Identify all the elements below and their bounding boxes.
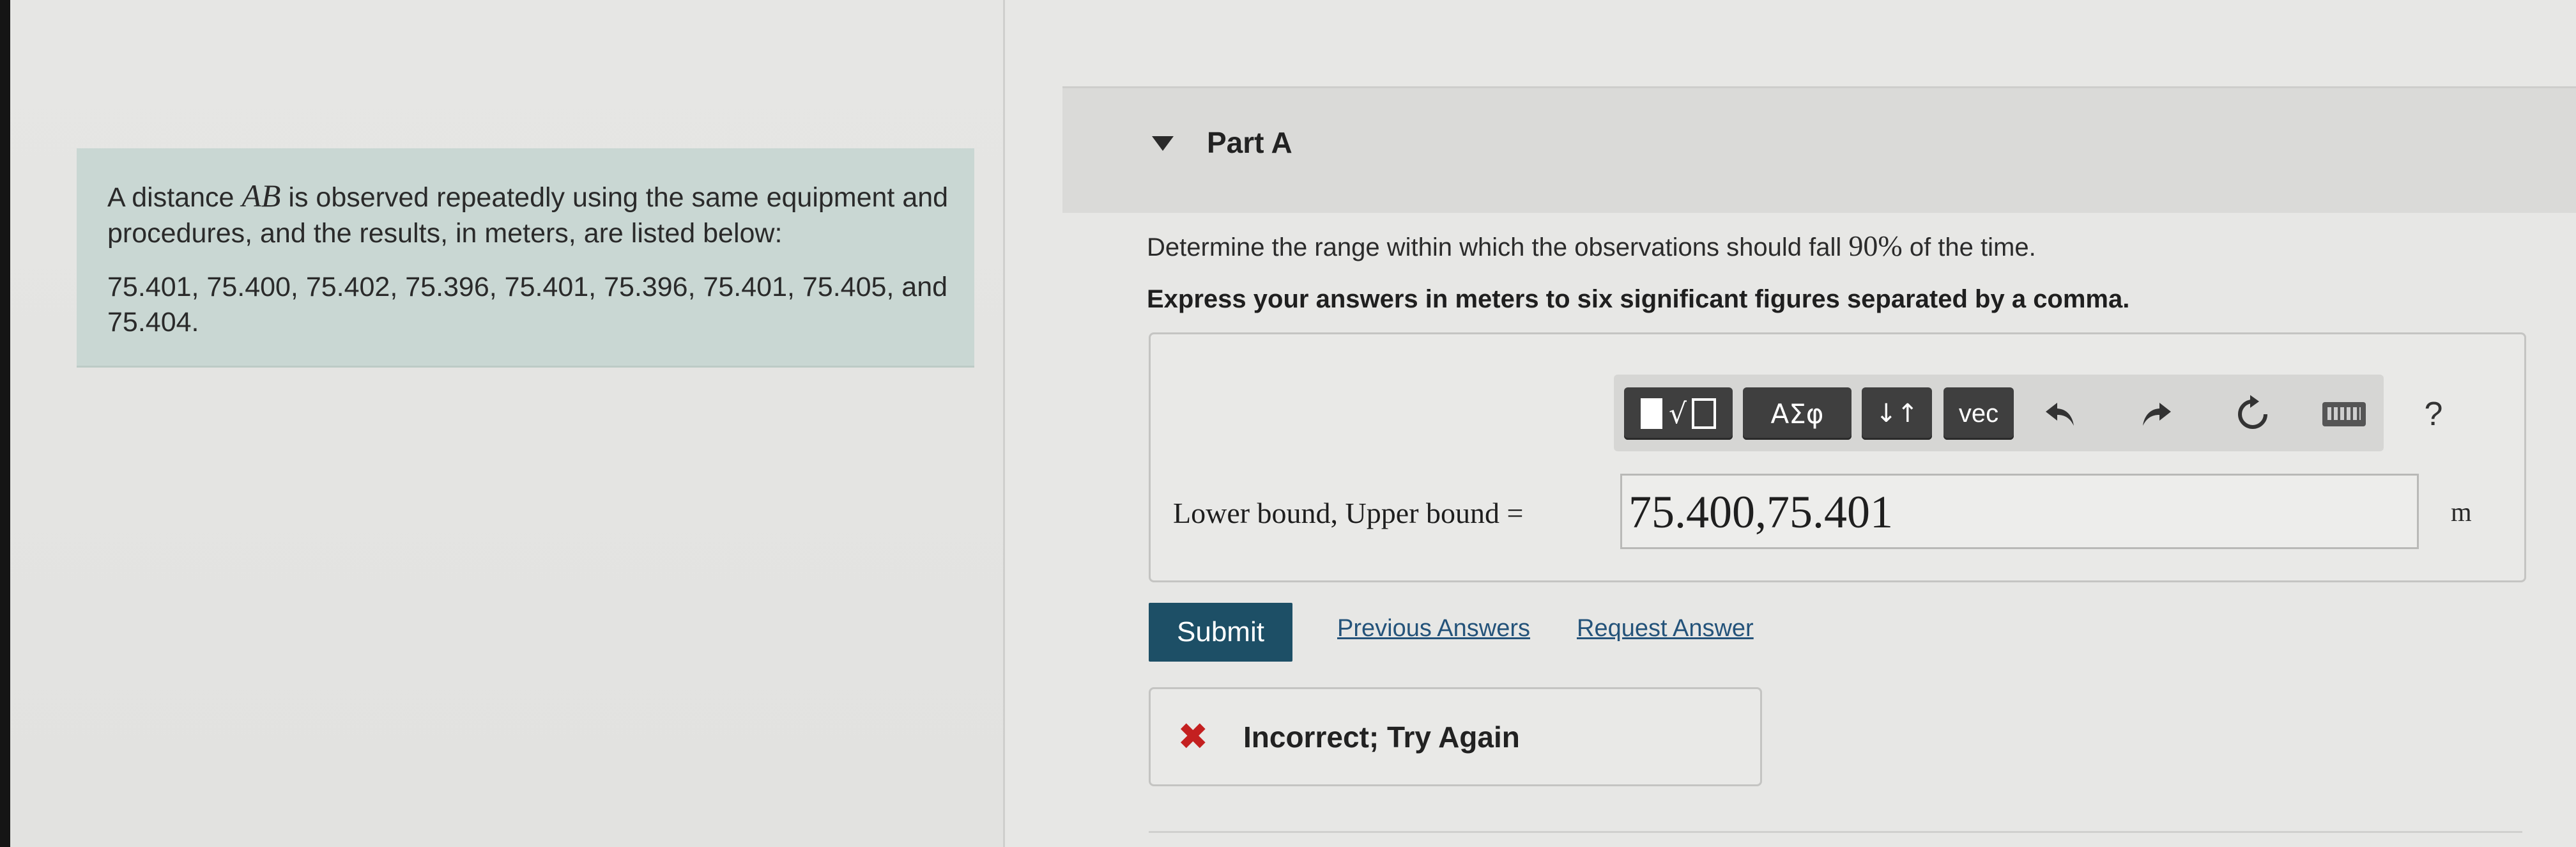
feedback-text: Incorrect; Try Again [1243, 720, 1520, 754]
question-percent: 90% [1848, 229, 1903, 262]
part-panel: Part A Determine the range within which … [1005, 0, 2576, 847]
undo-icon-svg [2046, 403, 2074, 426]
answer-input[interactable]: 75.400,75.401 [1620, 474, 2419, 549]
template-box-icon [1692, 398, 1717, 429]
redo-icon[interactable] [2133, 390, 2181, 439]
divider [1149, 831, 2522, 833]
observation-values: 75.401, 75.400, 75.402, 75.396, 75.401, … [107, 272, 948, 338]
redo-icon-svg [2143, 403, 2171, 426]
window-edge [0, 0, 10, 847]
problem-panel: A distance AB is observed repeatedly usi… [0, 0, 1005, 847]
previous-answers-link[interactable]: Previous Answers [1337, 615, 1530, 642]
template-block-icon [1640, 398, 1662, 429]
chevron-down-icon[interactable] [1152, 136, 1174, 151]
submit-button[interactable]: Submit [1149, 603, 1292, 662]
question-text: Determine the range within which the obs… [1147, 229, 2036, 263]
question-text-after: of the time. [1902, 233, 2036, 261]
answer-label: Lower bound, Upper bound = [1173, 497, 1524, 529]
keyboard-glyph [2322, 402, 2366, 426]
templates-button[interactable]: √ [1624, 387, 1733, 440]
question-text-before: Determine the range within which the obs… [1147, 233, 1849, 261]
vector-button[interactable]: vec [1943, 387, 2014, 440]
reset-icon-svg [2238, 395, 2267, 429]
feedback-box: ✖ Incorrect; Try Again [1149, 687, 1762, 786]
unit-label: m [2451, 498, 2472, 527]
problem-text: A distance AB is observed repeatedly usi… [107, 178, 957, 251]
instruction-text: Express your answers in meters to six si… [1147, 285, 2130, 313]
undo-icon[interactable] [2035, 390, 2084, 439]
problem-text-prefix: A distance [107, 182, 242, 213]
problem-statement-box: A distance AB is observed repeatedly usi… [77, 148, 974, 368]
arrows-button[interactable]: ↓↑ [1862, 387, 1932, 440]
math-toolbar: √ ΑΣφ ↓↑ vec ? [1614, 375, 2442, 451]
help-icon[interactable]: ? [2409, 390, 2458, 439]
answer-box: √ ΑΣφ ↓↑ vec ? Lower bound, Upper bound … [1149, 332, 2526, 582]
request-answer-link[interactable]: Request Answer [1577, 615, 1754, 642]
greek-symbols-button[interactable]: ΑΣφ [1743, 387, 1851, 440]
part-a-header[interactable]: Part A [1062, 86, 2576, 213]
radical-icon: √ [1668, 397, 1687, 430]
reset-icon[interactable] [2228, 390, 2277, 439]
part-title: Part A [1207, 126, 1292, 159]
distance-variable: AB [241, 178, 281, 214]
incorrect-x-icon: ✖ [1177, 715, 1209, 758]
keyboard-icon[interactable] [2320, 390, 2368, 439]
